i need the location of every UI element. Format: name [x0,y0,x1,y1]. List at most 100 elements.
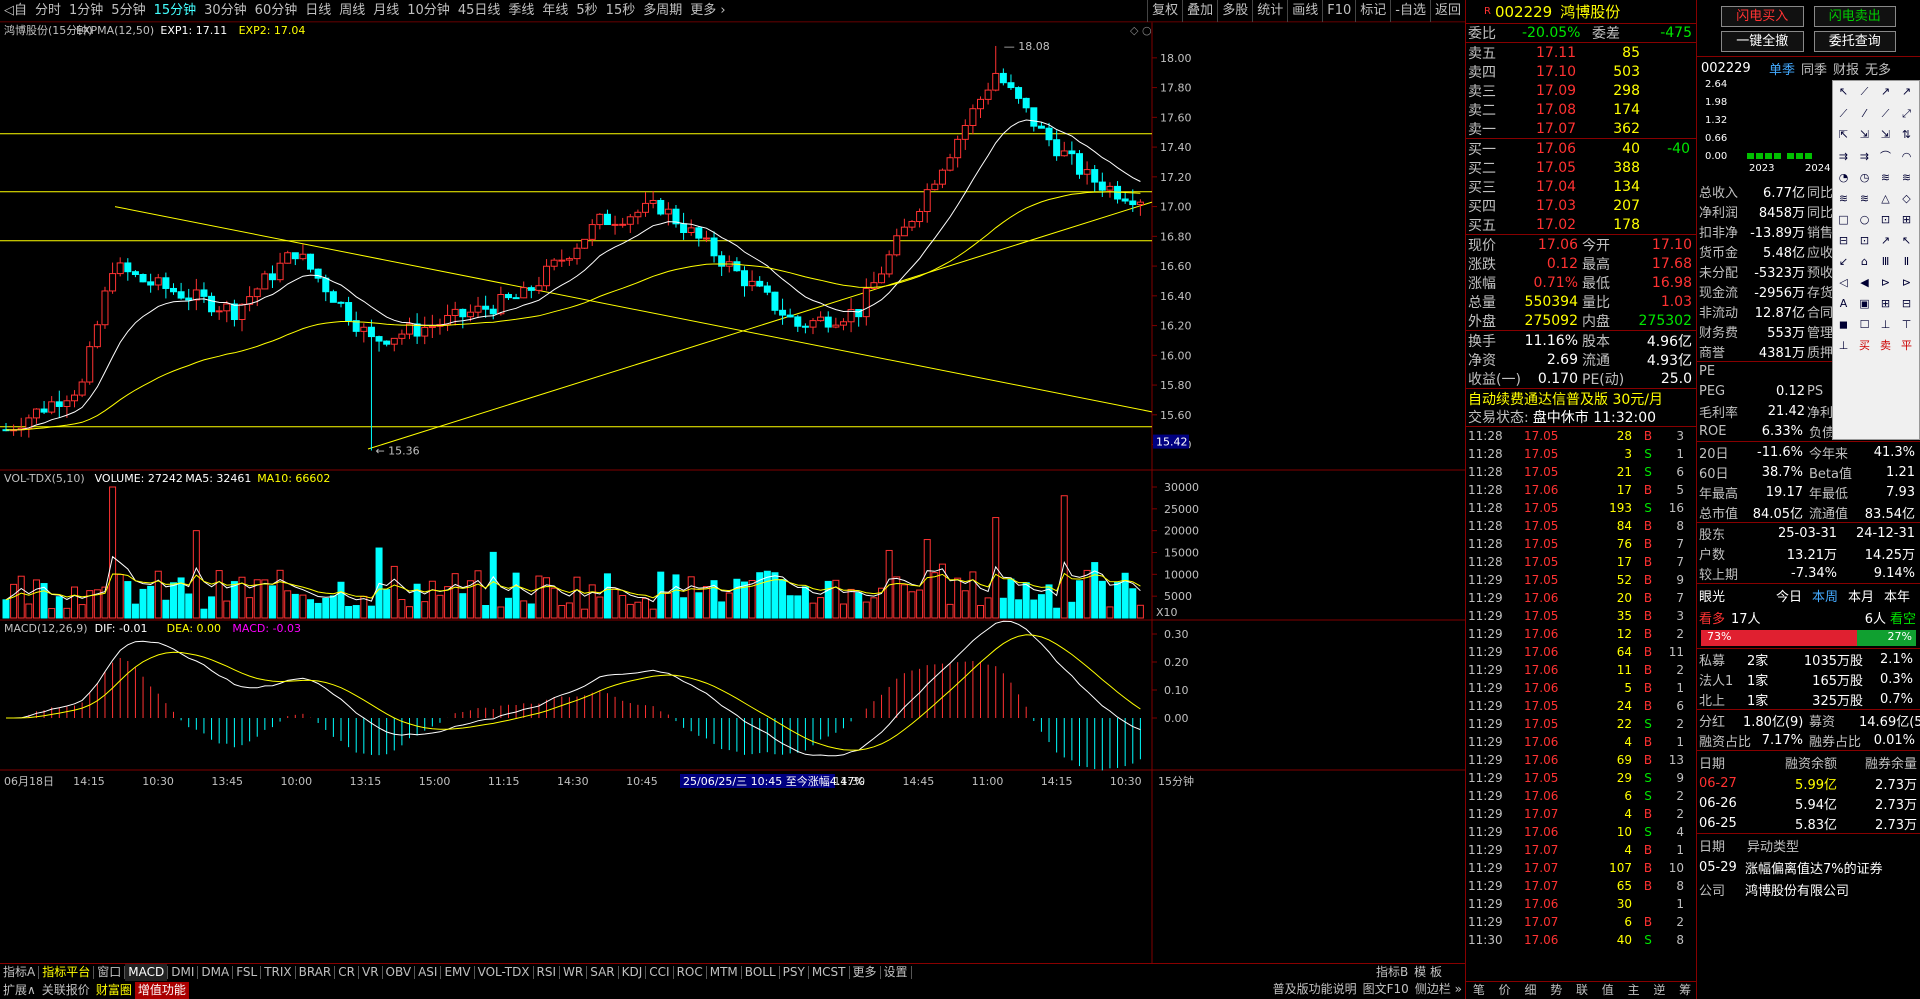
draw-tool-3[interactable]: ↗ [1898,83,1915,100]
draw-tool-34[interactable]: Ⅲ [1877,253,1894,270]
draw-tool-7[interactable]: ⤢ [1898,105,1915,122]
ask-row[interactable]: 卖二 17.08 174 [1466,100,1696,119]
toolbar-action-1[interactable]: 叠加 [1182,0,1217,22]
toolbar-action-6[interactable]: 标记 [1355,0,1390,22]
draw-tool-23[interactable]: ◇ [1898,190,1915,207]
ext-right-0[interactable]: 普及版功能说明 [1270,981,1360,998]
ext-tab-1[interactable]: 关联报价 [39,982,93,999]
indicator-tab-23[interactable]: PSY [780,964,808,981]
kline-chart-area[interactable]: 鸿博股份(15分钟)EXPMA(12,50) EXP1: 17.11 EXP2: 1… [0,22,1465,963]
draw-tool-28[interactable]: ⊟ [1835,232,1852,249]
view-tab-3[interactable]: 本年 [1884,586,1910,605]
view-tab-2[interactable]: 本月 [1848,586,1874,605]
period-tab-16[interactable]: 多周期 [639,0,686,22]
draw-tool-47[interactable]: ⊤ [1898,316,1915,333]
period-tab-2[interactable]: 1分钟 [65,0,107,22]
ext-right-2[interactable]: 侧边栏 » [1412,981,1465,998]
ask-row[interactable]: 卖一 17.07 362 [1466,119,1696,138]
draw-tool-0[interactable]: ↖ [1835,83,1852,100]
draw-tool-1[interactable]: ⟋ [1856,84,1873,101]
bid-row[interactable]: 买五 17.02 178 [1466,215,1696,234]
draw-tool-22[interactable]: △ [1877,190,1894,207]
draw-tool-16[interactable]: ◔ [1835,169,1852,186]
period-tab-3[interactable]: 5分钟 [107,0,149,22]
draw-tool-33[interactable]: ⌂ [1856,253,1873,270]
draw-tool-40[interactable]: A [1835,295,1852,312]
indicator-tab-4[interactable]: DMI [168,964,197,981]
indicator-right-1[interactable]: 模 板 [1411,964,1445,981]
fin-tab-2[interactable]: 财报 [1833,59,1859,78]
draw-tool-12[interactable]: ⇉ [1835,148,1852,165]
ext-right-1[interactable]: 图文F10 [1360,981,1412,998]
draw-tool-18[interactable]: ≋ [1877,169,1894,186]
ask-row[interactable]: 卖四 17.10 503 [1466,62,1696,81]
draw-tool-29[interactable]: ⊡ [1856,232,1873,249]
draw-tool-8[interactable]: ⇱ [1835,126,1852,143]
draw-tool-51[interactable]: 平 [1898,337,1915,354]
period-tab-13[interactable]: 年线 [538,0,572,22]
view-tab-1[interactable]: 本周 [1812,586,1838,605]
draw-tool-13[interactable]: ⇉ [1856,148,1873,165]
view-tab-0[interactable]: 今日 [1776,586,1802,605]
toolbar-action-4[interactable]: 画线 [1287,0,1322,22]
indicator-tab-8[interactable]: BRAR [296,964,335,981]
indicator-tab-0[interactable]: 指标A [0,964,38,981]
indicator-tab-22[interactable]: BOLL [742,964,779,981]
toolbar-action-2[interactable]: 多股 [1217,0,1252,22]
event-row[interactable]: 05-29 涨幅偏离值达7%的证券 [1697,856,1920,878]
quote-tab-6[interactable]: 主 [1621,982,1647,999]
bid-row[interactable]: 买一 17.06 40 -40 [1466,139,1696,158]
draw-tool-44[interactable]: ◼ [1835,316,1852,333]
quote-tab-0[interactable]: 笔 [1466,982,1492,999]
indicator-tab-12[interactable]: ASI [415,964,440,981]
ext-tab-0[interactable]: 扩展∧ [0,982,39,999]
indicator-tab-25[interactable]: 更多 [850,964,880,981]
ext-tab-2[interactable]: 财富圈 [93,982,135,999]
toolbar-action-3[interactable]: 统计 [1252,0,1287,22]
quote-tab-8[interactable]: 筹 [1672,982,1698,999]
draw-tool-17[interactable]: ◷ [1856,169,1873,186]
draw-tool-26[interactable]: ⊡ [1877,211,1894,228]
period-tab-0[interactable]: ◁自 [0,0,31,22]
draw-tool-43[interactable]: ⊟ [1898,295,1915,312]
indicator-tab-26[interactable]: 设置 [881,964,911,981]
draw-tool-6[interactable]: ⟋ [1877,105,1894,122]
period-tab-15[interactable]: 15秒 [602,0,640,22]
indicator-tab-5[interactable]: DMA [198,964,232,981]
period-tab-8[interactable]: 周线 [335,0,369,22]
toolbar-action-0[interactable]: 复权 [1147,0,1182,22]
draw-tool-46[interactable]: ⊥ [1877,316,1894,333]
fin-tab-0[interactable]: 单季 [1769,59,1795,78]
trade-button-3[interactable]: 委托查询 [1813,31,1896,52]
draw-tool-41[interactable]: ▣ [1856,295,1873,312]
fin-tab-3[interactable]: 无多 [1865,59,1891,78]
toolbar-action-8[interactable]: 返回 [1429,0,1465,22]
indicator-tab-9[interactable]: CR [335,964,358,981]
draw-tool-27[interactable]: ⊞ [1898,211,1915,228]
indicator-tab-16[interactable]: WR [560,964,586,981]
period-tab-4[interactable]: 15分钟 [150,0,201,22]
bid-row[interactable]: 买三 17.04 134 [1466,177,1696,196]
indicator-tab-17[interactable]: SAR [587,964,617,981]
draw-tool-9[interactable]: ⇲ [1856,126,1873,143]
period-tab-1[interactable]: 分时 [31,0,65,22]
indicator-tab-3[interactable]: MACD [125,964,168,981]
draw-tool-36[interactable]: ◁ [1835,274,1852,291]
indicator-tab-15[interactable]: RSI [534,964,560,981]
trade-button-1[interactable]: 闪电卖出 [1813,6,1896,27]
ext-tab-3[interactable]: 增值功能 [134,981,189,999]
period-tab-6[interactable]: 60分钟 [251,0,302,22]
draw-tool-25[interactable]: ○ [1856,211,1873,228]
draw-tool-32[interactable]: ↙ [1835,253,1852,270]
ask-row[interactable]: 卖五 17.11 85 [1466,43,1696,62]
indicator-tab-10[interactable]: VR [359,964,382,981]
promo-link[interactable]: 自动续费通达信普及版 30元/月 [1466,389,1696,408]
quote-tab-4[interactable]: 联 [1569,982,1595,999]
draw-tool-35[interactable]: Ⅱ [1898,253,1915,270]
draw-tool-5[interactable]: ⁄ [1856,105,1873,122]
period-tab-17[interactable]: 更多 › [686,0,729,22]
indicator-tab-2[interactable]: 窗口 [94,964,124,981]
toolbar-action-5[interactable]: F10 [1322,0,1355,22]
indicator-tab-14[interactable]: VOL-TDX [475,964,533,981]
bid-row[interactable]: 买二 17.05 388 [1466,158,1696,177]
